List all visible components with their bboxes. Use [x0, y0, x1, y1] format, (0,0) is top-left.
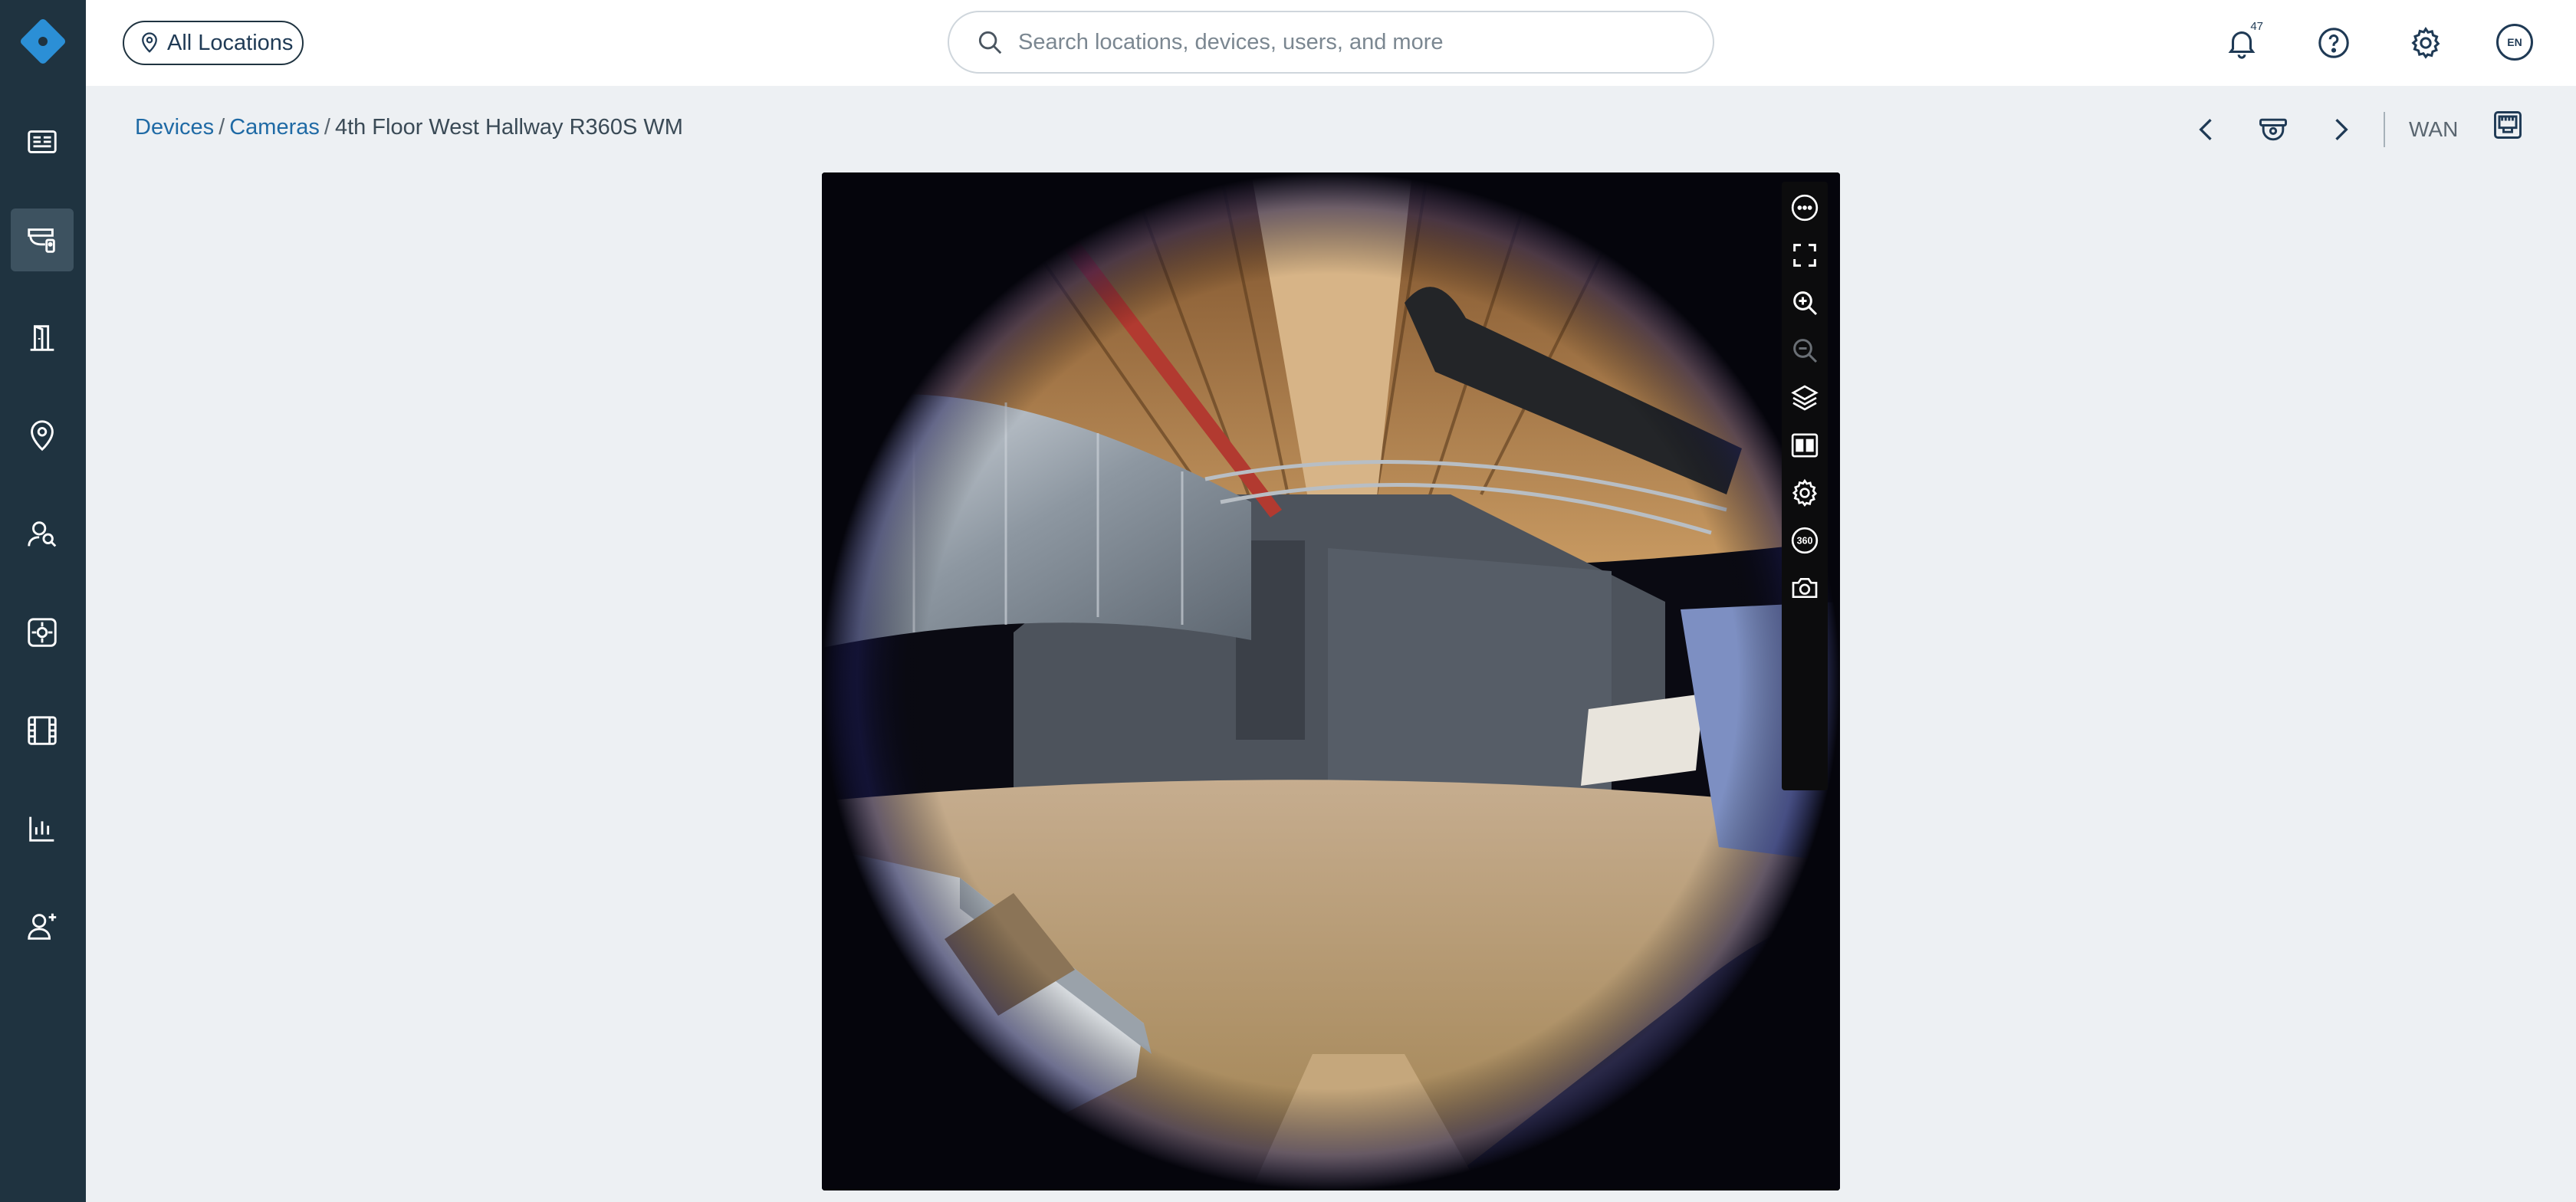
breadcrumb: Devices / Cameras/4th Floor West Hallway R…	[135, 115, 683, 140]
dashboard-icon	[28, 130, 57, 153]
fullscreen-button[interactable]	[1788, 238, 1822, 272]
global-search[interactable]	[948, 11, 1714, 74]
more-options-icon	[1791, 194, 1819, 222]
snapshot-icon	[1792, 578, 1818, 598]
header-divider	[2384, 112, 2385, 147]
svg-text:360: 360	[1797, 535, 1813, 546]
search-input[interactable]	[1018, 29, 1677, 55]
video-toolbar: 360	[1782, 182, 1828, 790]
notification-count-badge: 47	[2250, 20, 2263, 33]
search-icon	[978, 31, 1002, 54]
network-status-button[interactable]	[2489, 106, 2527, 144]
door-access-icon	[30, 325, 54, 351]
layers-icon	[1791, 385, 1819, 411]
location-pin-icon	[31, 420, 54, 452]
zoom-in-icon	[1793, 291, 1818, 316]
breadcrumb-devices[interactable]: Devices	[135, 115, 214, 140]
notifications-button[interactable]: 47	[2220, 20, 2263, 64]
film-archive-icon	[28, 716, 57, 745]
all-locations-label: All Locations	[167, 30, 294, 55]
camera-video-feed[interactable]: 360	[822, 172, 1840, 1191]
top-bar: All Locations 47 EN	[86, 0, 2576, 86]
sidebar-item-sensors[interactable]	[11, 601, 74, 664]
sidebar-item-dashboard[interactable]	[11, 110, 74, 173]
fullscreen-icon	[1793, 244, 1816, 267]
zoom-in-button[interactable]	[1788, 286, 1822, 320]
all-locations-button[interactable]: All Locations	[123, 21, 304, 65]
chevron-left-icon	[2199, 118, 2212, 141]
reports-chart-icon	[29, 816, 54, 842]
sensor-icon	[28, 618, 57, 647]
camera-devices-icon	[28, 228, 55, 253]
layers-button[interactable]	[1788, 381, 1822, 415]
360-view-icon: 360	[1791, 527, 1819, 554]
app-logo[interactable]	[17, 15, 69, 67]
360-view-button[interactable]: 360	[1788, 524, 1822, 557]
video-settings-button[interactable]	[1788, 476, 1822, 510]
breadcrumb-cameras[interactable]: Cameras	[229, 115, 320, 140]
zoom-out-icon	[1793, 339, 1818, 363]
camera-dome-icon	[2259, 118, 2287, 141]
breadcrumb-current-camera: 4th Floor West Hallway R360S WM	[334, 115, 683, 140]
more-options-button[interactable]	[1788, 191, 1822, 225]
ethernet-icon	[2494, 111, 2522, 139]
previous-camera-button[interactable]	[2187, 110, 2226, 149]
sidebar-item-archives[interactable]	[11, 699, 74, 762]
add-user-icon	[28, 913, 57, 940]
sidebar	[0, 0, 86, 1202]
sidebar-item-users[interactable]	[11, 895, 74, 958]
gear-icon	[2411, 26, 2440, 59]
sidebar-item-cameras[interactable]	[11, 209, 74, 271]
zoom-out-button[interactable]	[1788, 333, 1822, 367]
next-camera-button[interactable]	[2321, 110, 2360, 149]
camera-list-button[interactable]	[2254, 110, 2292, 149]
help-button[interactable]	[2312, 21, 2355, 64]
split-view-button[interactable]	[1788, 429, 1822, 462]
language-selector[interactable]: EN	[2496, 24, 2533, 61]
help-icon	[2318, 28, 2349, 58]
split-view-icon	[1791, 433, 1819, 458]
people-search-icon	[28, 521, 57, 547]
chevron-right-icon	[2335, 118, 2348, 141]
sidebar-item-locations[interactable]	[11, 405, 74, 468]
sidebar-item-reports[interactable]	[11, 797, 74, 860]
snapshot-button[interactable]	[1788, 571, 1822, 605]
settings-icon	[1792, 478, 1818, 507]
location-pin-icon	[142, 32, 157, 53]
fisheye-camera-image	[822, 172, 1840, 1191]
network-label: WAN	[2409, 117, 2459, 141]
settings-button[interactable]	[2404, 21, 2447, 64]
sidebar-item-people-search[interactable]	[11, 503, 74, 566]
sidebar-item-access[interactable]	[11, 307, 74, 369]
